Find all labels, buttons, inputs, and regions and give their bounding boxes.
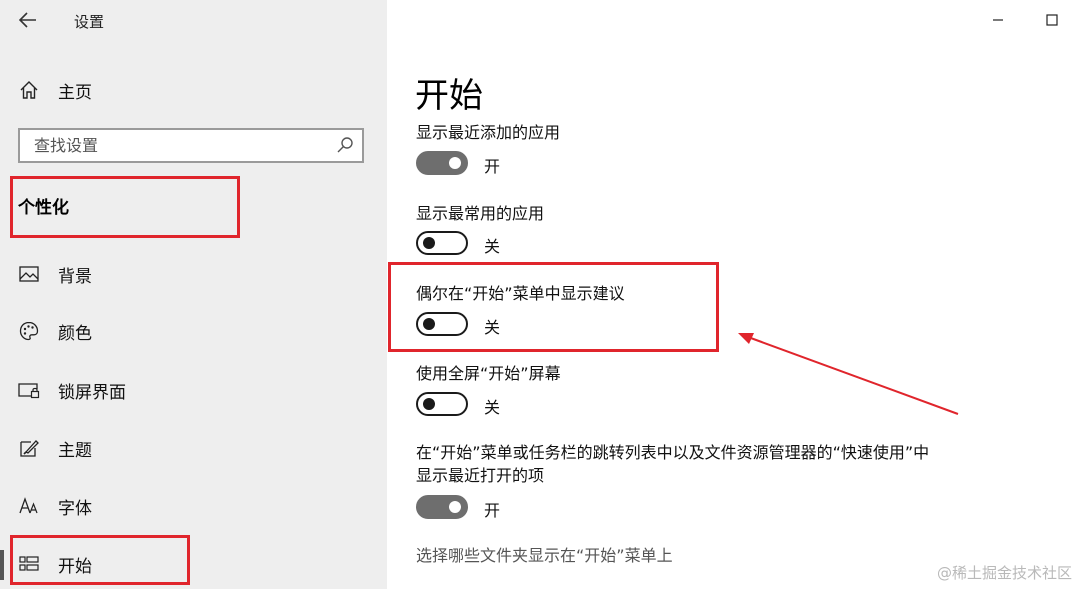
watermark: @稀土掘金技术社区 [936,564,1072,582]
annotation-arrow [738,333,959,415]
